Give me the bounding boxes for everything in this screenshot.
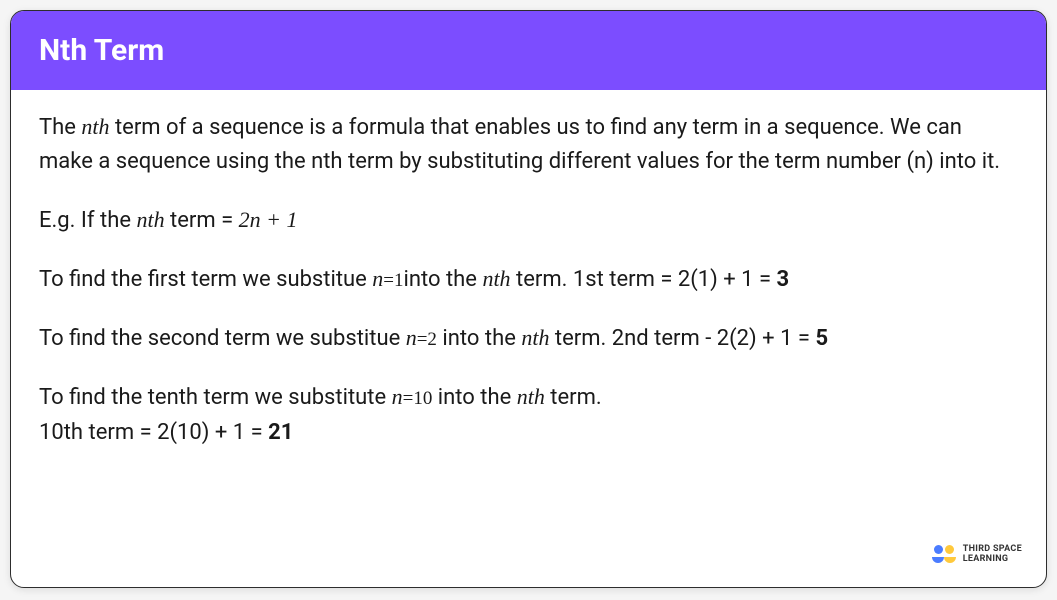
card-content: The nth term of a sequence is a formula … (11, 90, 1046, 470)
math-nth: nth (521, 325, 549, 350)
math-sub: n=10 (392, 388, 433, 409)
logo-text: THIRD SPACE LEARNING (963, 545, 1022, 565)
paragraph-second-term: To find the second term we substitue n=2… (39, 321, 1018, 356)
math-formula: 2n + 1 (239, 207, 298, 232)
math-nth: nth (136, 207, 164, 232)
answer: 21 (268, 420, 293, 445)
paragraph-intro: The nth term of a sequence is a formula … (39, 110, 1018, 179)
answer: 5 (815, 326, 828, 351)
math-sub: n=2 (406, 329, 437, 350)
answer: 3 (777, 267, 790, 292)
lesson-card: Nth Term The nth term of a sequence is a… (10, 10, 1047, 588)
math-nth: nth (517, 384, 545, 409)
math-nth: nth (482, 266, 510, 291)
math-sub: n=1 (372, 270, 403, 291)
logo-icon (932, 545, 956, 565)
brand-logo: THIRD SPACE LEARNING (932, 545, 1022, 565)
paragraph-first-term: To find the first term we substitue n=1i… (39, 262, 1018, 297)
card-header: Nth Term (11, 11, 1046, 90)
paragraph-example: E.g. If the nth term = 2n + 1 (39, 203, 1018, 238)
card-title: Nth Term (39, 33, 164, 68)
paragraph-tenth-term: To find the tenth term we substitute n=1… (39, 380, 1018, 449)
math-nth: nth (81, 114, 109, 139)
